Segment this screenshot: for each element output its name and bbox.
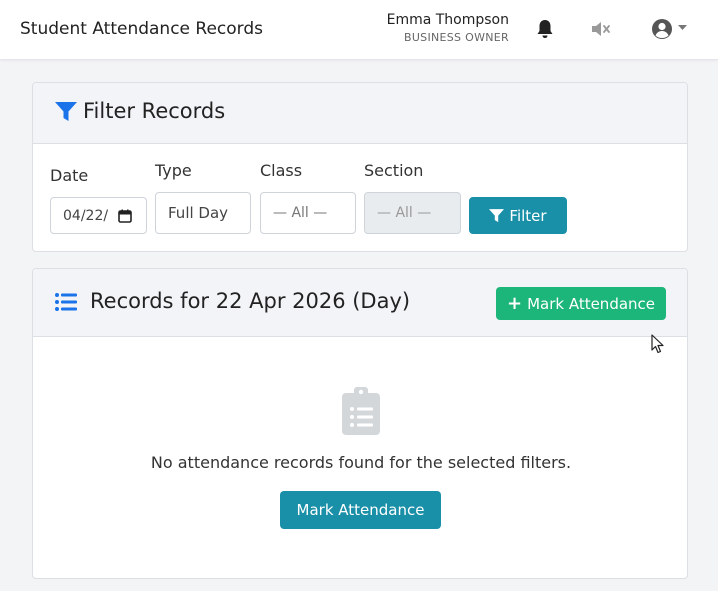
funnel-icon [489, 208, 505, 222]
filter-card-header: Filter Records [33, 83, 687, 144]
mouse-cursor-icon [651, 334, 664, 354]
type-label: Type [155, 161, 192, 180]
records-card-header: Records for 22 Apr 2026 (Day) + Mark Att… [33, 269, 687, 337]
section-select: — All — [364, 192, 461, 234]
date-input[interactable]: 04/22/ [50, 197, 147, 234]
mark-attendance-label: Mark Attendance [296, 501, 425, 519]
filter-title: Filter Records [83, 99, 226, 123]
clipboard-list-icon [342, 387, 380, 435]
top-navbar: Student Attendance Records Emma Thompson… [0, 0, 718, 60]
section-value: — All — [377, 205, 432, 221]
records-card: Records for 22 Apr 2026 (Day) + Mark Att… [32, 268, 688, 579]
user-avatar-icon[interactable] [651, 18, 673, 40]
list-icon [55, 293, 77, 311]
mark-attendance-header-button[interactable]: + Mark Attendance [496, 287, 666, 320]
app-title: Student Attendance Records [20, 19, 264, 39]
class-select[interactable]: — All — [260, 192, 356, 234]
type-select[interactable]: Full Day [155, 192, 251, 234]
user-role: BUSINESS OWNER [403, 31, 509, 44]
date-label: Date [50, 166, 89, 185]
caret-down-icon[interactable] [678, 25, 687, 31]
empty-state-message: No attendance records found for the sele… [150, 453, 572, 472]
user-info[interactable]: Emma Thompson BUSINESS OWNER [387, 12, 509, 44]
filter-button[interactable]: Filter [469, 197, 567, 234]
class-value: — All — [273, 205, 328, 221]
filter-card: Filter Records Date 04/22/ Type Full Day… [32, 82, 688, 252]
calendar-icon[interactable] [118, 209, 132, 223]
records-title: Records for 22 Apr 2026 (Day) [90, 289, 411, 313]
plus-icon: + [506, 292, 523, 314]
funnel-icon [55, 102, 77, 121]
volume-mute-icon[interactable] [591, 21, 611, 37]
section-label: Section [364, 161, 424, 180]
user-name: Emma Thompson [386, 12, 509, 28]
mark-attendance-button[interactable]: Mark Attendance [280, 491, 441, 529]
class-label: Class [260, 161, 303, 180]
type-value: Full Day [168, 204, 229, 222]
filter-button-label: Filter [509, 206, 547, 225]
mark-attendance-header-label: Mark Attendance [527, 294, 656, 313]
bell-icon[interactable] [536, 19, 554, 39]
date-value: 04/22/ [63, 207, 109, 224]
